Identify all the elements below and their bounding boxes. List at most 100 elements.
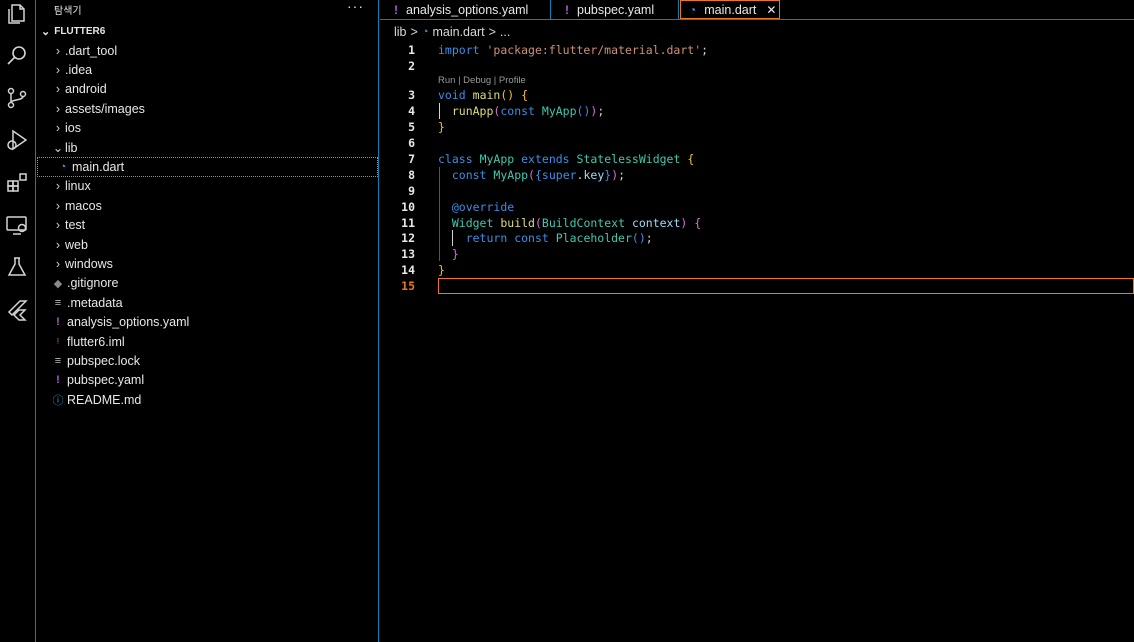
- tree-item-label: ios: [65, 121, 81, 136]
- code-lens-run-debug-profile[interactable]: Run | Debug | Profile: [438, 75, 526, 86]
- tree-item-ios[interactable]: › ios: [37, 119, 378, 138]
- code-line-7: class MyApp extends StatelessWidget {: [438, 152, 695, 166]
- tree-item-label: pubspec.yaml: [67, 373, 145, 388]
- line-number: 6: [408, 136, 415, 150]
- tree-item-windows[interactable]: › windows: [37, 254, 378, 273]
- tree-item-macos[interactable]: › macos: [37, 196, 378, 215]
- tree-item-label: flutter6.iml: [67, 334, 125, 349]
- line-number: 4: [408, 104, 415, 118]
- line-number: 8: [408, 168, 415, 182]
- activity-bar: [0, 0, 36, 642]
- flutter-icon[interactable]: [5, 298, 29, 322]
- tree-item-assets-images[interactable]: › assets/images: [37, 99, 378, 118]
- breadcrumb-symbols[interactable]: ...: [500, 25, 510, 39]
- line-number: 3: [408, 88, 415, 102]
- remote-explorer-icon[interactable]: [5, 213, 29, 237]
- line-number: 5: [408, 120, 415, 134]
- tree-item-linux[interactable]: › linux: [37, 177, 378, 196]
- chevron-right-icon: ›: [55, 237, 61, 252]
- tab-analysis-options[interactable]: ! analysis_options.yaml: [380, 0, 551, 19]
- breadcrumb-lib[interactable]: lib: [394, 25, 407, 39]
- git-file-icon: ◆: [53, 277, 63, 290]
- run-debug-icon[interactable]: [5, 128, 29, 152]
- file-tree: › .dart_tool › .idea › android › assets/imag…: [37, 41, 378, 409]
- tree-item-label: .metadata: [67, 295, 123, 310]
- tree-item-metadata[interactable]: ≡ .metadata: [37, 293, 378, 312]
- tree-item-analysis-options[interactable]: ! analysis_options.yaml: [37, 312, 378, 331]
- tree-item-label: pubspec.lock: [67, 353, 140, 368]
- tree-item-test[interactable]: › test: [37, 216, 378, 235]
- tree-item-label: macos: [65, 198, 102, 213]
- chevron-right-icon: ›: [55, 43, 61, 58]
- tree-item-label: windows: [65, 256, 113, 271]
- chevron-right-icon: ›: [55, 63, 61, 78]
- line-number: 13: [401, 247, 415, 261]
- code-line-11: Widget build(BuildContext context) {: [451, 216, 702, 230]
- tree-item-dart-tool[interactable]: › .dart_tool: [37, 41, 378, 60]
- yaml-file-icon: !: [56, 316, 60, 329]
- tree-item-pubspec-yaml[interactable]: ! pubspec.yaml: [37, 371, 378, 390]
- yaml-file-icon: !: [394, 2, 398, 17]
- text-file-icon: ≡: [54, 354, 62, 367]
- code-editor[interactable]: 1 2 3 4 5 6 7 8 9 10 11 12 13 14 15 impo…: [380, 40, 1134, 642]
- dart-file-icon: ◔: [689, 2, 697, 17]
- tree-item-label: analysis_options.yaml: [67, 315, 190, 330]
- dart-file-icon: ◔: [59, 161, 67, 174]
- line-number: 14: [401, 263, 415, 277]
- chevron-right-icon: >: [488, 25, 496, 39]
- chevron-right-icon: >: [410, 25, 418, 39]
- line-number: 12: [401, 231, 415, 245]
- tree-item-pubspec-lock[interactable]: ≡ pubspec.lock: [37, 351, 378, 370]
- close-icon[interactable]: ✕: [766, 3, 776, 17]
- tree-item-lib[interactable]: ⌄ lib: [37, 138, 378, 157]
- yaml-file-icon: !: [565, 2, 569, 17]
- tree-item-flutter6-iml[interactable]: ᵎ flutter6.iml: [37, 332, 378, 351]
- code-line-13: }: [451, 247, 459, 261]
- tree-item-readme[interactable]: ⓘ README.md: [37, 390, 378, 409]
- tab-label: pubspec.yaml: [577, 2, 655, 17]
- tree-item-label: .idea: [65, 63, 93, 78]
- code-line-8: const MyApp({super.key});: [451, 168, 626, 182]
- line-number: 2: [408, 59, 415, 73]
- tree-item-web[interactable]: › web: [37, 235, 378, 254]
- extensions-icon[interactable]: [5, 171, 29, 195]
- line-number: 7: [408, 152, 415, 166]
- tab-main-dart[interactable]: ◔ main.dart ✕: [680, 0, 780, 19]
- yaml-file-icon: !: [56, 374, 60, 387]
- code-line-5: }: [438, 120, 445, 134]
- files-icon[interactable]: [5, 2, 29, 26]
- tree-item-android[interactable]: › android: [37, 80, 378, 99]
- current-line-highlight: [438, 278, 1134, 294]
- tree-item-main-dart[interactable]: ◔ main.dart: [37, 157, 378, 177]
- info-icon: ⓘ: [52, 394, 64, 407]
- chevron-down-icon: ⌄: [52, 141, 64, 156]
- chevron-right-icon: ›: [55, 101, 61, 116]
- code-line-12: return const Placeholder();: [465, 231, 653, 245]
- tab-pubspec[interactable]: ! pubspec.yaml: [551, 0, 679, 19]
- tree-item-label: android: [65, 82, 107, 97]
- code-line-10: @override: [451, 200, 515, 214]
- tree-item-label: test: [65, 218, 86, 233]
- tree-item-label: .gitignore: [67, 276, 119, 291]
- tree-item-label: assets/images: [65, 101, 145, 116]
- tab-label: analysis_options.yaml: [406, 2, 529, 17]
- code-line-1: import 'package:flutter/material.dart';: [438, 43, 709, 57]
- tree-item-label: lib: [65, 140, 78, 155]
- chevron-right-icon: ›: [55, 198, 61, 213]
- editor-tabs: ! analysis_options.yaml ! pubspec.yaml ◔…: [380, 0, 1134, 20]
- testing-icon[interactable]: [5, 255, 29, 279]
- line-number: 10: [401, 200, 415, 214]
- tree-item-idea[interactable]: › .idea: [37, 60, 378, 79]
- line-number-current: 15: [401, 279, 415, 293]
- tree-item-gitignore[interactable]: ◆ .gitignore: [37, 274, 378, 293]
- source-control-icon[interactable]: [5, 86, 29, 110]
- workspace-root[interactable]: ⌄ FLUTTER6: [41, 25, 105, 38]
- indent-guide: [439, 167, 440, 261]
- tab-label: main.dart: [704, 2, 757, 17]
- tree-item-label: README.md: [67, 392, 142, 407]
- search-icon[interactable]: [5, 44, 29, 68]
- text-file-icon: ≡: [54, 296, 62, 309]
- tree-item-label: web: [65, 237, 88, 252]
- breadcrumb-main-dart[interactable]: main.dart: [432, 25, 484, 39]
- more-actions-icon[interactable]: ···: [347, 0, 364, 14]
